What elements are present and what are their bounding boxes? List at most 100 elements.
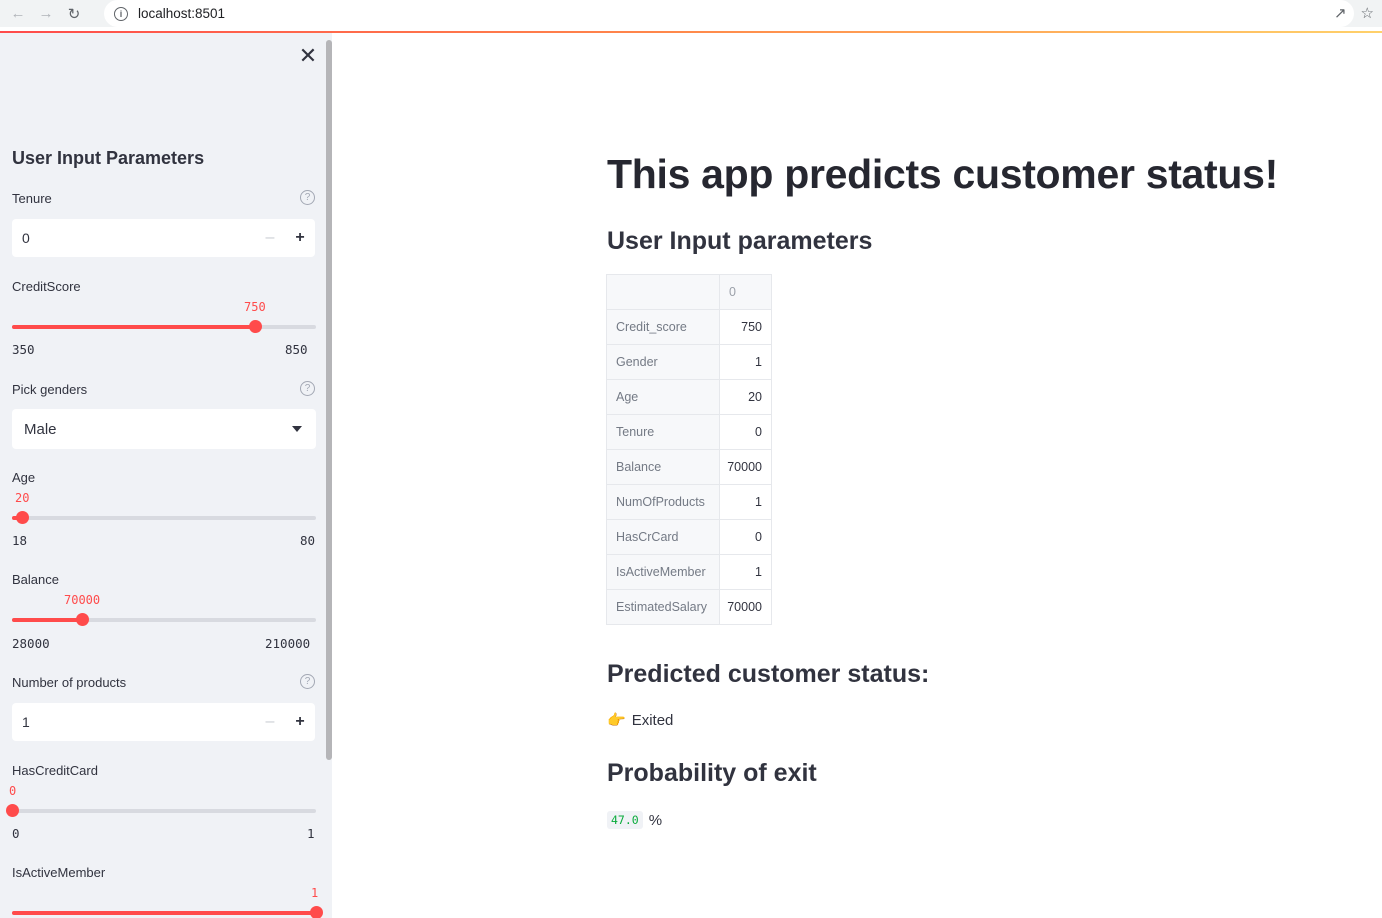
table-row: Balance 70000 [606, 449, 772, 485]
has-credit-card-slider[interactable]: 0 [6, 784, 316, 817]
url-text: localhost:8501 [138, 6, 226, 21]
tenure-value[interactable]: 0 [22, 230, 255, 246]
is-active-member-slider[interactable]: 1 [12, 886, 323, 918]
row-header: IsActiveMember [606, 554, 720, 590]
params-heading: User Input parameters [607, 227, 873, 255]
decrement-icon[interactable]: – [255, 229, 285, 247]
browser-toolbar: ← → ↻ i localhost:8501 ↗ ☆ [0, 0, 1382, 27]
probability-value: 47.0 [607, 811, 643, 829]
slider-min: 0 [12, 826, 20, 841]
column-header: 0 [719, 274, 772, 310]
forward-icon[interactable]: → [36, 4, 56, 24]
balance-label: Balance [12, 572, 59, 587]
probability-unit: % [648, 811, 663, 829]
table-row: IsActiveMember 1 [606, 554, 772, 590]
probability-result: 47.0 % [607, 811, 662, 829]
slider-current-value: 0 [9, 784, 17, 798]
products-value[interactable]: 1 [22, 714, 255, 730]
products-label: Number of products [12, 675, 127, 690]
address-bar[interactable]: i localhost:8501 [104, 0, 1354, 27]
slider-min: 28000 [12, 636, 50, 651]
table-cell: 1 [719, 344, 772, 380]
chevron-down-icon [292, 426, 302, 432]
slider-max: 80 [300, 533, 316, 548]
params-table: 0 Credit_score 750 Gender 1 Age 20 Tenure 0 Bala… [606, 274, 772, 625]
tenure-input[interactable]: 0 – + [12, 219, 315, 257]
tenure-label: Tenure [12, 191, 52, 206]
table-cell: 70000 [719, 589, 772, 625]
slider-thumb[interactable] [16, 511, 29, 524]
back-icon[interactable]: ← [8, 4, 28, 24]
table-row: HasCrCard 0 [606, 519, 772, 555]
slider-max: 210000 [265, 636, 311, 651]
table-row: Credit_score 750 [606, 309, 772, 345]
table-corner-cell [606, 274, 720, 310]
slider-current-value: 750 [244, 300, 266, 314]
increment-icon[interactable]: + [285, 713, 315, 731]
increment-icon[interactable]: + [285, 229, 315, 247]
age-label: Age [12, 470, 36, 485]
table-row: Gender 1 [606, 344, 772, 380]
slider-fill [12, 618, 82, 622]
main-content: This app predicts customer status! User … [332, 33, 1382, 918]
sidebar-title: User Input Parameters [12, 148, 205, 168]
slider-fill [12, 911, 316, 915]
prediction-value: Exited [631, 711, 674, 729]
slider-min: 350 [12, 342, 35, 357]
age-slider[interactable]: 20 [12, 491, 316, 524]
page-title: This app predicts customer status! [607, 151, 1279, 197]
balance-slider[interactable]: 70000 [12, 593, 316, 626]
close-sidebar-icon[interactable]: ✕ [298, 43, 318, 68]
gender-selected-value: Male [24, 420, 57, 438]
pointing-hand-icon: 👉 [607, 712, 626, 729]
slider-thumb[interactable] [310, 906, 323, 918]
row-header: Tenure [606, 414, 720, 450]
slider-current-value: 1 [311, 886, 319, 900]
table-row: EstimatedSalary 70000 [606, 589, 772, 625]
sidebar: ✕ User Input Parameters Tenure ? 0 – + C… [0, 33, 332, 918]
site-info-icon[interactable]: i [114, 6, 128, 21]
slider-current-value: 20 [15, 491, 30, 505]
help-icon[interactable]: ? [300, 381, 315, 396]
is-active-member-label: IsActiveMember [12, 865, 106, 880]
slider-min: 18 [12, 533, 28, 548]
table-cell: 20 [719, 379, 772, 415]
share-icon[interactable]: ↗ [1334, 4, 1347, 22]
slider-thumb[interactable] [76, 613, 89, 626]
row-header: Credit_score [606, 309, 720, 345]
row-header: EstimatedSalary [606, 589, 720, 625]
credit-score-slider[interactable]: 750 [12, 300, 316, 333]
table-cell: 0 [719, 414, 772, 450]
slider-fill [12, 325, 255, 329]
gender-label: Pick genders [12, 382, 88, 397]
help-icon[interactable]: ? [300, 190, 315, 205]
help-icon[interactable]: ? [300, 674, 315, 689]
probability-heading: Probability of exit [607, 759, 817, 787]
slider-current-value: 70000 [64, 593, 101, 607]
table-cell: 750 [719, 309, 772, 345]
reload-icon[interactable]: ↻ [64, 4, 84, 24]
table-cell: 70000 [719, 449, 772, 485]
has-credit-card-label: HasCreditCard [12, 763, 98, 778]
products-input[interactable]: 1 – + [12, 703, 315, 741]
table-cell: 1 [719, 554, 772, 590]
table-row: Tenure 0 [606, 414, 772, 450]
table-header-row: 0 [606, 274, 772, 310]
decrement-icon[interactable]: – [255, 713, 285, 731]
bookmark-star-icon[interactable]: ☆ [1361, 4, 1374, 22]
slider-thumb[interactable] [6, 804, 19, 817]
row-header: HasCrCard [606, 519, 720, 555]
row-header: Age [606, 379, 720, 415]
credit-score-label: CreditScore [12, 279, 81, 294]
slider-thumb[interactable] [249, 320, 262, 333]
table-row: Age 20 [606, 379, 772, 415]
slider-max: 850 [285, 342, 308, 357]
slider-max: 1 [307, 826, 315, 841]
row-header: NumOfProducts [606, 484, 720, 520]
row-header: Gender [606, 344, 720, 380]
row-header: Balance [606, 449, 720, 485]
gender-select[interactable]: Male [12, 409, 316, 449]
prediction-result: 👉 Exited [607, 711, 674, 730]
table-cell: 0 [719, 519, 772, 555]
table-row: NumOfProducts 1 [606, 484, 772, 520]
